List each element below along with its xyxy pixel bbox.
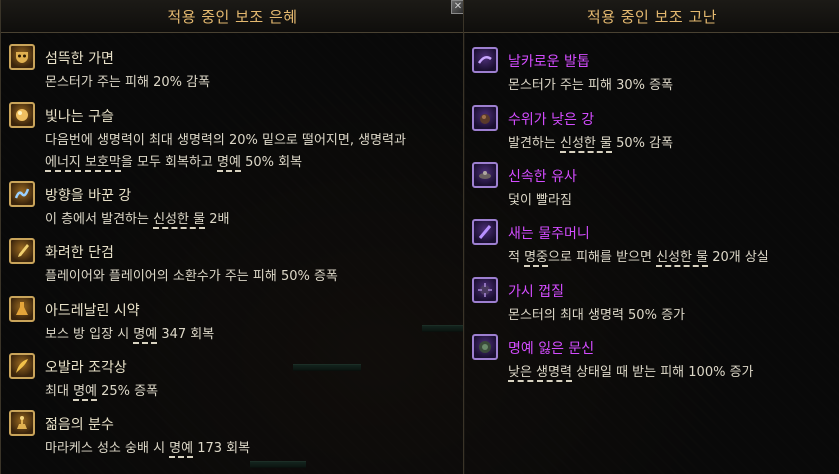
- feather-icon: [9, 353, 35, 379]
- keyword-energy-shield[interactable]: 에너지 보호막: [45, 155, 121, 172]
- affliction-panel: 적용 중인 보조 고난 날카로운 발톱 몬스터가 주는 피해 30% 증폭 수위…: [463, 0, 839, 474]
- keyword-honour[interactable]: 명예: [217, 155, 241, 172]
- keyword-low-life[interactable]: 낮은 생명력: [508, 365, 572, 382]
- affliction-name: 명예 잃은 문신: [508, 341, 595, 357]
- boon-desc: 최대 명예 25% 증폭: [45, 384, 159, 401]
- keyword-honour[interactable]: 명예: [169, 441, 194, 458]
- boon-name: 아드레날린 시약: [45, 303, 140, 319]
- boon-name: 섬뜩한 가면: [45, 51, 114, 67]
- boon-desc: 보스 방 입장 시 명예 347 회복: [45, 327, 215, 344]
- boon-name: 빛나는 구슬: [45, 109, 114, 125]
- boon-name: 오발라 조각상: [45, 360, 127, 376]
- boon-desc: 몬스터가 주는 피해 20% 감폭: [45, 75, 211, 90]
- boon-name: 젊음의 분수: [45, 417, 114, 433]
- affliction-desc: 덫이 빨라짐: [508, 193, 572, 208]
- affliction-desc: 몬스터의 최대 생명력 50% 증가: [508, 308, 685, 323]
- boon-panel: 적용 중인 보조 은혜 ✕ 섬뜩한 가면 몬스터가 주는 피해 20% 감폭 빛…: [0, 0, 465, 474]
- affliction-desc: 낮은 생명력 상태일 때 받는 피해 100% 증가: [508, 365, 754, 382]
- keyword-honour[interactable]: 명예: [73, 384, 97, 401]
- flask-icon: [9, 296, 35, 322]
- affliction-name: 가시 껍질: [508, 284, 564, 300]
- affliction-name: 수위가 낮은 강: [508, 112, 595, 128]
- keyword-honour[interactable]: 명예: [133, 327, 158, 344]
- affliction-desc: 적 명중으로 피해를 받으면 신성한 물 20개 상실: [508, 250, 769, 267]
- quicksand-icon: [472, 162, 498, 188]
- fountain-icon: [9, 410, 35, 436]
- orb-icon: [9, 102, 35, 128]
- tattoo-icon: [472, 334, 498, 360]
- boon-panel-title: 적용 중인 보조 은혜: [1, 0, 464, 33]
- dagger-icon: [9, 238, 35, 264]
- leech-icon: [472, 219, 498, 245]
- boon-desc: 이 층에서 발견하는 신성한 물 2배: [45, 212, 230, 229]
- keyword-hit[interactable]: 명중: [524, 250, 549, 267]
- boon-name: 방향을 바꾼 강: [45, 188, 132, 204]
- claw-icon: [472, 47, 498, 73]
- keyword-sacred-water[interactable]: 신성한 물: [656, 250, 709, 267]
- boon-desc: 플레이어와 플레이어의 소환수가 주는 피해 50% 증폭: [45, 269, 338, 284]
- boon-desc: 다음번에 생명력이 최대 생명력의 20% 밑으로 떨어지면, 생명력과 에너지…: [45, 133, 406, 172]
- affliction-desc: 발견하는 신성한 물 50% 감폭: [508, 136, 674, 153]
- river-icon: [9, 181, 35, 207]
- affliction-name: 신속한 유사: [508, 169, 577, 185]
- thorn-icon: [472, 277, 498, 303]
- affliction-desc: 몬스터가 주는 피해 30% 증폭: [508, 78, 674, 93]
- keyword-sacred-water[interactable]: 신성한 물: [559, 136, 612, 153]
- water-icon: [472, 105, 498, 131]
- keyword-sacred-water[interactable]: 신성한 물: [153, 212, 206, 229]
- affliction-panel-title: 적용 중인 보조 고난: [464, 0, 839, 33]
- boon-desc: 마라케스 성소 숭배 시 명예 173 회복: [45, 441, 251, 458]
- affliction-name: 새는 물주머니: [508, 226, 590, 242]
- boon-name: 화려한 단검: [45, 245, 114, 261]
- mask-icon: [9, 44, 35, 70]
- affliction-name: 날카로운 발톱: [508, 54, 590, 70]
